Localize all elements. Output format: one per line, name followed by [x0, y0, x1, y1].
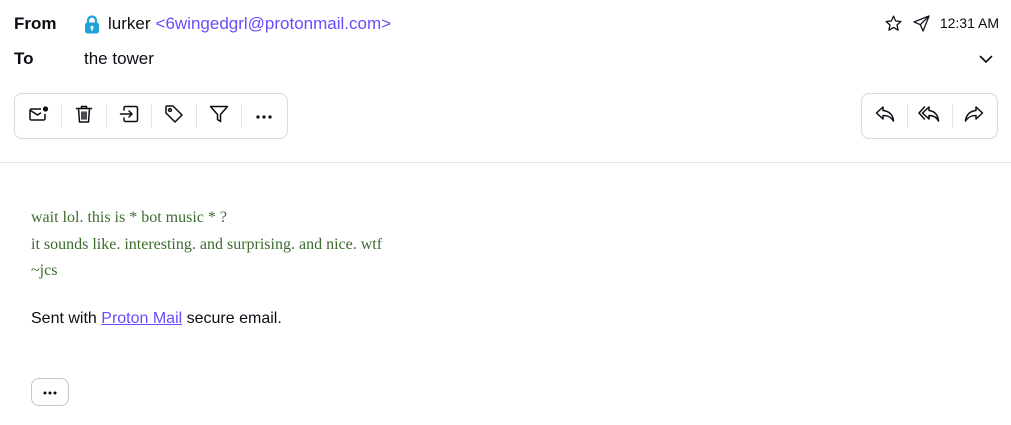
to-row: To the tower — [14, 47, 154, 71]
filter-icon — [209, 104, 229, 129]
reply-all-icon — [918, 105, 940, 128]
forward-button[interactable] — [951, 94, 996, 138]
message-line: it sounds like. interesting. and surpris… — [31, 235, 383, 253]
more-actions-button[interactable] — [241, 94, 286, 138]
label-button[interactable] — [151, 94, 196, 138]
ellipsis-icon — [42, 383, 58, 401]
sender-address[interactable]: <6wingedgrl@protonmail.com> — [156, 14, 392, 34]
reply-all-button[interactable] — [907, 94, 951, 138]
filter-button[interactable] — [196, 94, 241, 138]
mark-unread-button[interactable] — [16, 94, 61, 138]
message-time: 12:31 AM — [939, 15, 999, 31]
reply-icon — [875, 105, 895, 128]
header-divider — [0, 162, 1011, 163]
message-line: wait lol. this is * bot music * ? — [31, 209, 227, 226]
label-icon — [164, 104, 184, 129]
from-label: From — [14, 14, 57, 33]
star-icon[interactable] — [884, 13, 904, 33]
message-line: ~jcs — [31, 262, 58, 279]
forward-icon — [964, 105, 984, 128]
lock-icon — [84, 14, 102, 34]
recipient[interactable]: the tower — [84, 49, 154, 69]
sender-name[interactable]: lurker — [108, 14, 151, 34]
move-to-icon — [119, 105, 139, 128]
trash-icon — [75, 104, 93, 129]
signature-prefix: Sent with — [31, 310, 102, 327]
reply-button[interactable] — [863, 94, 907, 138]
mark-unread-icon — [28, 104, 50, 129]
message-actions-toolbar — [14, 93, 288, 139]
show-quoted-button[interactable] — [31, 378, 69, 406]
to-label: To — [14, 49, 34, 68]
more-icon — [255, 107, 273, 125]
proton-mail-link[interactable]: Proton Mail — [101, 310, 182, 327]
sent-icon — [912, 13, 932, 33]
signature-suffix: secure email. — [182, 310, 282, 327]
from-row: From lurker <6wingedgrl@protonmail.com> — [14, 12, 391, 36]
message-meta: 12:31 AM — [884, 12, 999, 34]
chevron-down-icon[interactable] — [977, 50, 995, 68]
trash-button[interactable] — [61, 94, 106, 138]
move-to-button[interactable] — [106, 94, 151, 138]
reply-toolbar — [861, 93, 998, 139]
message-body: wait lol. this is * bot music * ? it sou… — [31, 205, 382, 285]
sender[interactable]: lurker <6wingedgrl@protonmail.com> — [84, 14, 391, 34]
signature: Sent with Proton Mail secure email. — [31, 310, 282, 328]
